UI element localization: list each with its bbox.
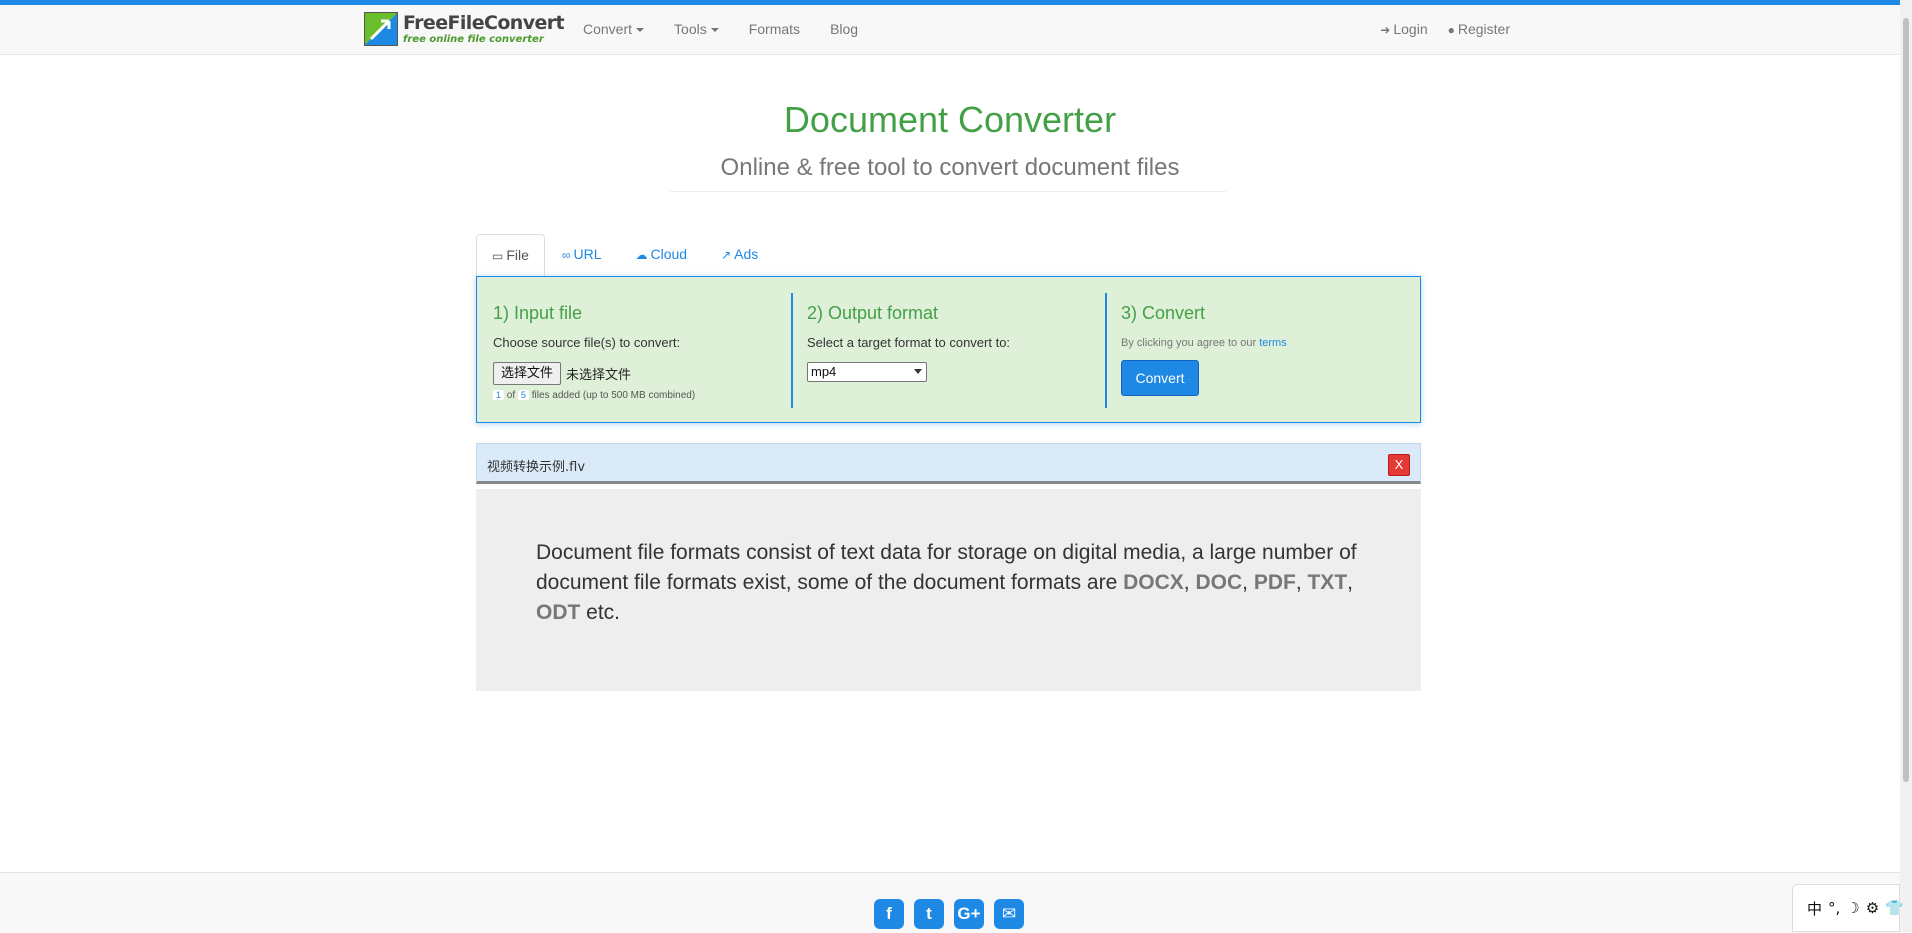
tab-ads[interactable]: ↗ Ads — [704, 234, 775, 274]
step-convert: 3) Convert By clicking you agree to our … — [1121, 293, 1411, 408]
page-title: Document Converter — [783, 99, 1117, 140]
terms-agreement: By clicking you agree to our terms — [1121, 337, 1411, 349]
nav-tools-dropdown[interactable]: Tools — [659, 5, 734, 54]
chevron-down-icon — [914, 369, 922, 374]
title-divider — [670, 191, 1226, 192]
output-format-value: mp4 — [811, 364, 837, 379]
convert-button[interactable]: Convert — [1121, 360, 1199, 396]
remove-file-button[interactable]: X — [1388, 454, 1410, 476]
tab-file-label: File — [506, 247, 529, 263]
step-convert-title: 3) Convert — [1121, 303, 1206, 323]
ime-skin-icon[interactable]: 👕 — [1885, 899, 1904, 917]
nav-blog-link[interactable]: Blog — [815, 5, 873, 54]
nav-convert-dropdown[interactable]: Convert — [568, 5, 659, 54]
step-input-label: Choose source file(s) to convert: — [493, 335, 681, 350]
sign-in-icon: ➜ — [1380, 23, 1391, 37]
logo-text: FreeFileConvert free online file convert… — [403, 11, 565, 45]
added-file-item: 视频转换示例.flv X — [476, 443, 1421, 484]
format-pdf: PDF — [1253, 571, 1296, 594]
tab-cloud[interactable]: ☁ Cloud — [618, 234, 704, 274]
description-suffix: etc. — [586, 601, 621, 624]
cloud-icon: ☁ — [635, 248, 648, 262]
nav-tools-label: Tools — [674, 21, 707, 37]
files-count-max: 5 — [517, 390, 529, 400]
footer: f t G+ ✉ — [0, 872, 1900, 933]
ime-moon-icon[interactable]: ☽ — [1846, 899, 1859, 917]
files-count-current: 1 — [493, 390, 505, 400]
terms-link[interactable]: terms — [1259, 337, 1287, 349]
step-output-format: 2) Output format Select a target format … — [807, 293, 1107, 408]
login-label: Login — [1393, 21, 1428, 37]
tab-file[interactable]: ▭ File — [476, 234, 545, 276]
social-links: f t G+ ✉ — [874, 899, 1034, 929]
email-icon[interactable]: ✉ — [994, 899, 1024, 929]
format-txt: TXT — [1307, 571, 1348, 594]
brand-name: FreeFileConvert — [403, 11, 565, 34]
step-input-file: 1) Input file Choose source file(s) to c… — [493, 293, 793, 408]
monitor-icon: ▭ — [492, 249, 504, 263]
file-picker: 选择文件 未选择文件 — [493, 362, 791, 385]
ime-toolbar: 中 °, ☽ ⚙ 👕 — [1792, 884, 1904, 932]
tab-ads-label: Ads — [734, 246, 759, 262]
ime-settings-icon[interactable]: ⚙ — [1866, 899, 1879, 917]
external-link-icon: ↗ — [721, 248, 732, 262]
caret-down-icon — [710, 28, 719, 33]
nav-formats-link[interactable]: Formats — [734, 5, 815, 54]
link-icon: ∞ — [561, 248, 571, 262]
logo-arrows-svg — [369, 19, 391, 41]
ime-punctuation-icon[interactable]: °, — [1828, 899, 1840, 917]
navbar-inner: FreeFileConvert free online file convert… — [364, 5, 1520, 54]
caret-down-icon — [636, 28, 645, 33]
facebook-icon[interactable]: f — [874, 899, 904, 929]
ime-chinese-mode-icon[interactable]: 中 — [1807, 898, 1822, 919]
files-count-note: 1 of 5 files added (up to 500 MB combine… — [493, 390, 791, 401]
format-docx: DOCX — [1123, 571, 1184, 594]
files-count-of: of — [506, 390, 516, 401]
format-odt: ODT — [536, 601, 581, 624]
step-input-title: 1) Input file — [493, 303, 583, 323]
google-plus-icon[interactable]: G+ — [954, 899, 984, 929]
register-link[interactable]: ● Register — [1438, 5, 1520, 54]
source-tabs: ▭ File ∞ URL ☁ Cloud ↗ Ads — [476, 234, 775, 276]
added-file-name: 视频转换示例.flv — [487, 460, 586, 475]
login-link[interactable]: ➜ Login — [1370, 5, 1437, 54]
tab-url-label: URL — [573, 246, 602, 262]
page-subtitle: Online & free tool to convert document f… — [720, 154, 1180, 181]
output-format-select[interactable]: mp4 — [807, 362, 927, 382]
page-scrollbar[interactable] — [1900, 0, 1912, 932]
navbar: FreeFileConvert free online file convert… — [0, 5, 1912, 55]
terms-prefix: By clicking you agree to our — [1121, 337, 1257, 349]
brand-tagline: free online file converter — [403, 33, 544, 45]
tab-cloud-label: Cloud — [650, 246, 688, 262]
files-count-text: files added (up to 500 MB combined) — [531, 390, 696, 401]
step-output-label: Select a target format to convert to: — [807, 335, 1011, 350]
format-doc: DOC — [1195, 571, 1243, 594]
description-paragraph: Document file formats consist of text da… — [536, 541, 1357, 624]
nav-account: ➜ Login ● Register — [1370, 5, 1520, 54]
brand-logo[interactable]: FreeFileConvert free online file convert… — [364, 9, 565, 49]
twitter-icon[interactable]: t — [914, 899, 944, 929]
scrollbar-thumb[interactable] — [1903, 18, 1909, 782]
converter-panel: 1) Input file Choose source file(s) to c… — [476, 276, 1421, 423]
nav-convert-label: Convert — [583, 21, 633, 37]
user-icon: ● — [1447, 23, 1455, 37]
register-label: Register — [1457, 21, 1510, 37]
nav-links: Convert Tools Formats Blog — [568, 5, 873, 54]
choose-file-button[interactable]: 选择文件 — [493, 362, 562, 385]
no-file-chosen-text: 未选择文件 — [566, 368, 632, 383]
format-description: Document file formats consist of text da… — [476, 489, 1421, 691]
step-output-title: 2) Output format — [807, 303, 939, 323]
tab-url[interactable]: ∞ URL — [545, 234, 619, 274]
logo-arrows-icon — [364, 12, 398, 46]
